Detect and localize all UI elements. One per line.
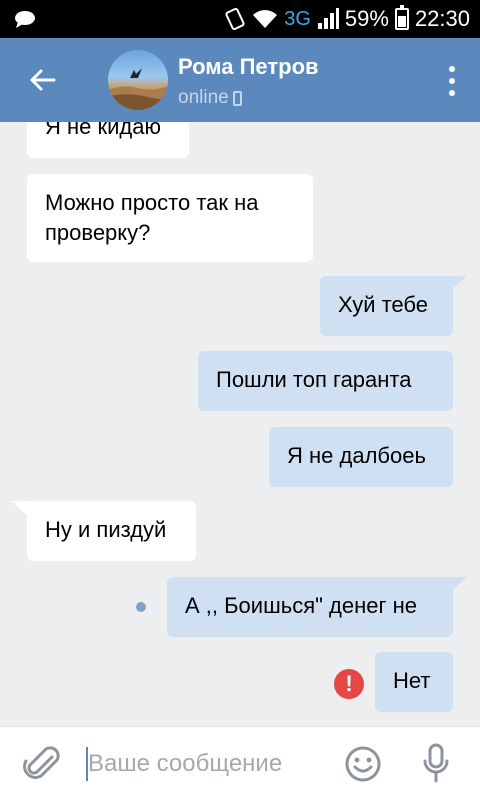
unread-indicator [136, 602, 146, 612]
message-text: Я не далбоеь [287, 443, 426, 468]
more-menu-button[interactable] [448, 66, 456, 96]
message-text: Пошли топ гаранта [216, 367, 412, 392]
clock: 22:30 [414, 6, 470, 31]
message-outgoing[interactable]: А ,, Боишься" денег не [167, 577, 453, 637]
paperclip-icon [23, 746, 60, 779]
microphone-icon [423, 743, 449, 783]
arrow-left-icon [30, 69, 56, 91]
message-composer [0, 726, 480, 801]
message-text: Хуй тебе [338, 292, 428, 317]
mobile-icon [232, 90, 242, 106]
voice-message-button[interactable] [422, 743, 450, 785]
more-vertical-icon [449, 66, 455, 72]
message-outgoing[interactable]: Хуй тебе [320, 276, 453, 336]
contact-status-text: online [178, 87, 229, 108]
message-list[interactable]: Я не кидаю Можно просто так на проверку?… [0, 122, 480, 726]
message-outgoing[interactable]: Я не далбоеь [269, 427, 453, 487]
status-bar-right: 3G 59% 22:30 [224, 0, 470, 38]
message-text: А ,, Боишься" денег не [185, 593, 418, 618]
send-error-icon[interactable]: ! [334, 669, 364, 699]
battery-icon [394, 5, 409, 30]
message-incoming[interactable]: Можно просто так на проверку? [27, 174, 313, 262]
message-text: Можно просто так на проверку? [45, 190, 259, 245]
network-type: 3G [284, 7, 311, 30]
message-text: Нет [393, 668, 431, 693]
message-outgoing[interactable]: Нет [375, 652, 453, 712]
contact-name[interactable]: Рома Петров [178, 54, 319, 80]
chat-bubble-icon [15, 11, 35, 28]
wifi-icon [253, 10, 278, 28]
contact-status: online [178, 87, 242, 109]
message-incoming[interactable]: Ну и пиздуй [27, 501, 196, 561]
bubble-tail [449, 276, 467, 292]
bubble-tail [449, 577, 467, 593]
message-outgoing[interactable]: Пошли топ гаранта [198, 351, 453, 411]
back-button[interactable] [20, 60, 64, 100]
status-bar: 3G 59% 22:30 [0, 0, 480, 38]
battery-percent: 59% [344, 6, 389, 31]
message-text: Ну и пиздуй [45, 517, 167, 542]
error-mark: ! [345, 671, 353, 696]
message-incoming[interactable]: Я не кидаю [27, 122, 189, 158]
emoji-button[interactable] [344, 745, 382, 783]
avatar-image [108, 68, 168, 110]
message-text: Я не кидаю [45, 122, 161, 139]
signal-icon [317, 8, 339, 29]
smiley-icon [345, 746, 381, 782]
message-input[interactable] [88, 745, 328, 783]
vibrate-icon [225, 7, 245, 31]
avatar[interactable] [108, 50, 168, 110]
chat-header: Рома Петров online [0, 38, 480, 122]
attach-button[interactable] [22, 743, 62, 785]
